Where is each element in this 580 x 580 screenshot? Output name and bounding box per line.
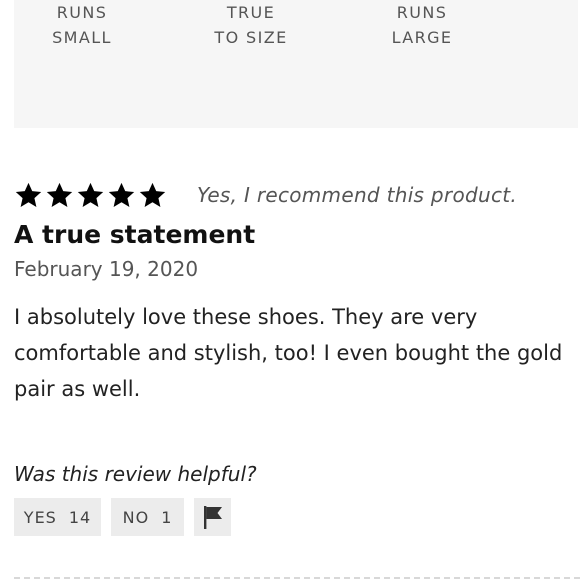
fit-label-line: TO SIZE xyxy=(214,28,288,47)
review-title: A true statement xyxy=(14,220,256,249)
star-icon xyxy=(45,181,74,210)
vote-no-label: NO xyxy=(122,507,150,527)
fit-label-line: RUNS xyxy=(396,3,448,22)
rating-row: Yes, I recommend this product. xyxy=(14,178,574,212)
star-icon xyxy=(107,181,136,210)
fit-label-true-to-size: TRUE TO SIZE xyxy=(191,0,311,50)
helpful-vote-row: YES 14 NO 1 xyxy=(14,498,231,536)
star-icon xyxy=(138,181,167,210)
recommend-text: Yes, I recommend this product. xyxy=(197,183,518,207)
vote-yes-label: YES xyxy=(23,507,57,527)
flag-icon xyxy=(203,506,222,529)
star-icon xyxy=(14,181,43,210)
star-icon xyxy=(76,181,105,210)
fit-label-line: RUNS xyxy=(56,3,108,22)
report-flag-button[interactable] xyxy=(194,498,231,536)
vote-no-count: 1 xyxy=(161,507,173,527)
star-rating xyxy=(14,181,167,210)
review-date: February 19, 2020 xyxy=(14,257,199,281)
helpful-question: Was this review helpful? xyxy=(14,462,257,486)
vote-yes-button[interactable]: YES 14 xyxy=(14,498,101,536)
fit-label-line: SMALL xyxy=(52,28,112,47)
review-card: Yes, I recommend this product. A true st… xyxy=(14,178,574,407)
fit-label-runs-large: RUNS LARGE xyxy=(362,0,482,50)
review-divider xyxy=(14,577,580,579)
review-body: I absolutely love these shoes. They are … xyxy=(14,305,563,401)
vote-no-button[interactable]: NO 1 xyxy=(111,498,184,536)
fit-label-line: TRUE xyxy=(226,3,276,22)
fit-label-line: LARGE xyxy=(391,28,453,47)
fit-label-runs-small: RUNS SMALL xyxy=(22,0,142,50)
vote-yes-count: 14 xyxy=(68,507,92,527)
